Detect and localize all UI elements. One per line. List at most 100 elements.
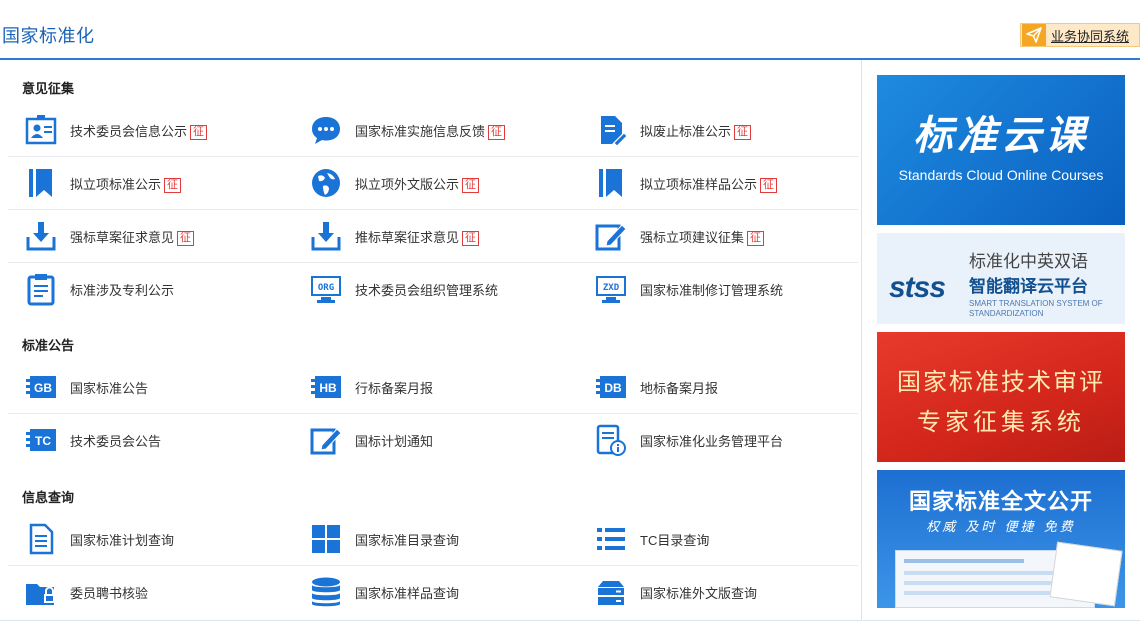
paper-plane-icon [1022, 24, 1046, 46]
translation-line1: 标准化中英双语 [969, 252, 1088, 271]
solicit-badge: 征 [747, 230, 765, 246]
link-row: 拟立项标准公示征拟立项外文版公示征拟立项标准样品公示征 [8, 157, 858, 210]
link-label: 强标立项建议征集 [640, 229, 745, 245]
link-item[interactable]: 国家标准外文版查询 [594, 566, 757, 618]
link-label: 拟立项标准样品公示 [640, 176, 758, 192]
link-label: 国家标准制修订管理系统 [640, 282, 784, 298]
svg-text:ORG: ORG [318, 283, 334, 293]
link-label: 国家标准外文版查询 [640, 585, 758, 601]
cloud-courses-subtitle: Standards Cloud Online Courses [898, 167, 1104, 183]
expert-line1: 国家标准技术审评 [897, 369, 1105, 396]
tc-tag-icon: TC [24, 423, 58, 457]
link-label: 国家标准实施信息反馈 [355, 123, 486, 139]
cloud-courses-title: 标准云课 [913, 114, 1089, 158]
link-row: 国家标准计划查询 国家标准目录查询 TC目录查询 [8, 513, 858, 566]
section-title: 意见征集 [22, 81, 75, 96]
link-item[interactable]: ORG 技术委员会组织管理系统 [309, 263, 498, 315]
list-icon [594, 522, 628, 556]
link-item[interactable]: TC目录查询 [594, 513, 709, 565]
document-edit-icon [594, 113, 628, 147]
main-panel: 意见征集 技术委员会信息公示征国家标准实施信息反馈征拟废止标准公示征拟立项标准公示… [0, 60, 862, 621]
link-item[interactable]: 国家标准化业务管理平台 [594, 414, 783, 466]
solicit-badge: 征 [190, 124, 208, 140]
solicit-badge: 征 [760, 177, 778, 193]
link-label: 委员聘书核验 [70, 585, 149, 601]
link-label: 国家标准公告 [70, 380, 149, 396]
link-item[interactable]: TC 技术委员会公告 [24, 414, 161, 466]
link-label: TC目录查询 [640, 532, 710, 548]
db-tag-icon: DB [594, 370, 628, 404]
business-collab-button[interactable]: 业务协同系统 [1020, 23, 1140, 47]
link-item[interactable]: 国家标准目录查询 [309, 513, 459, 565]
link-label: 国家标准化业务管理平台 [640, 433, 784, 449]
link-item[interactable]: ZXD 国家标准制修订管理系统 [594, 263, 783, 315]
grid-icon [309, 522, 343, 556]
link-label: 行标备案月报 [355, 380, 434, 396]
link-item[interactable]: GB 国家标准公告 [24, 361, 148, 413]
svg-text:HB: HB [319, 381, 337, 395]
solicit-badge: 征 [164, 177, 182, 193]
stss-logo: stss [889, 271, 946, 304]
link-label: 国家标准样品查询 [355, 585, 460, 601]
folder-lock-icon [24, 575, 58, 609]
download-tray-icon [24, 219, 58, 253]
zxd-monitor-icon: ZXD [594, 272, 628, 306]
link-item[interactable]: HB 行标备案月报 [309, 361, 433, 413]
link-item[interactable]: 拟废止标准公示征 [594, 104, 752, 156]
link-row: GB 国家标准公告 HB 行标备案月报 DB 地标备案月报 [8, 361, 858, 414]
link-label: 技术委员会公告 [70, 433, 162, 449]
link-item[interactable]: 拟立项标准公示征 [24, 157, 182, 209]
section-title: 信息查询 [22, 490, 75, 505]
link-label: 拟废止标准公示 [640, 123, 732, 139]
link-item[interactable]: 委员聘书核验 [24, 566, 148, 618]
link-item[interactable]: 国家标准计划查询 [24, 513, 174, 565]
link-label: 标准涉及专利公示 [70, 282, 175, 298]
expert-recruit-banner[interactable]: 国家标准技术审评 专家征集系统 [877, 332, 1125, 462]
link-item[interactable]: 国家标准实施信息反馈征 [309, 104, 506, 156]
pencil-square-icon [309, 423, 343, 457]
link-item[interactable]: 标准涉及专利公示 [24, 263, 174, 315]
link-label: 技术委员会组织管理系统 [355, 282, 499, 298]
translation-line3: SMART TRANSLATION SYSTEM OF STANDARDIZAT… [969, 299, 1103, 318]
svg-text:GB: GB [34, 381, 52, 395]
document-lines-icon [24, 522, 58, 556]
link-item[interactable]: 拟立项外文版公示征 [309, 157, 480, 209]
link-item[interactable]: 推标草案征求意见征 [309, 210, 480, 262]
link-label: 强标草案征求意见 [70, 229, 175, 245]
solicit-badge: 征 [177, 230, 195, 246]
solicit-badge: 征 [734, 124, 752, 140]
link-item[interactable]: 拟立项标准样品公示征 [594, 157, 778, 209]
bookmark-icon [594, 166, 628, 200]
solicit-badge: 征 [462, 177, 480, 193]
link-item[interactable]: 强标立项建议征集征 [594, 210, 765, 262]
link-item[interactable]: 技术委员会信息公示征 [24, 104, 208, 156]
svg-text:DB: DB [604, 381, 622, 395]
link-label: 推标草案征求意见 [355, 229, 460, 245]
fulltext-title: 国家标准全文公开 [908, 489, 1093, 514]
link-item[interactable]: 国标计划通知 [309, 414, 433, 466]
link-item[interactable]: 国家标准样品查询 [309, 566, 459, 618]
link-item[interactable]: 强标草案征求意见征 [24, 210, 195, 262]
bookmark-icon [24, 166, 58, 200]
hb-tag-icon: HB [309, 370, 343, 404]
svg-text:TC: TC [35, 434, 51, 448]
patent-clipboard-icon [24, 272, 58, 306]
business-collab-label: 业务协同系统 [1051, 28, 1130, 44]
fulltext-public-banner[interactable]: 国家标准全文公开 权威 及时 便捷 免费 [877, 470, 1125, 608]
link-item[interactable]: DB 地标备案月报 [594, 361, 718, 413]
expert-line2: 专家征集系统 [917, 409, 1085, 436]
page-title: 国家标准化 [2, 26, 95, 46]
standard-document-image [1049, 541, 1123, 607]
gb-tag-icon: GB [24, 370, 58, 404]
banner-sidebar: 标准云课 Standards Cloud Online Courses stss… [863, 60, 1140, 621]
link-row: TC 技术委员会公告 国标计划通知 国家标准化业务管理平台 [8, 414, 858, 467]
section-title: 标准公告 [22, 338, 75, 353]
link-row: 技术委员会信息公示征国家标准实施信息反馈征拟废止标准公示征 [8, 104, 858, 157]
solicit-badge: 征 [488, 124, 506, 140]
translation-platform-banner[interactable]: stss 标准化中英双语 智能翻译云平台 SMART TRANSLATION S… [877, 233, 1125, 324]
link-label: 地标备案月报 [640, 380, 719, 396]
header: 国家标准化 业务协同系统 [0, 0, 1140, 60]
chat-bubble-icon [309, 113, 343, 147]
cloud-courses-banner[interactable]: 标准云课 Standards Cloud Online Courses [877, 75, 1125, 225]
svg-text:ZXD: ZXD [603, 283, 620, 293]
